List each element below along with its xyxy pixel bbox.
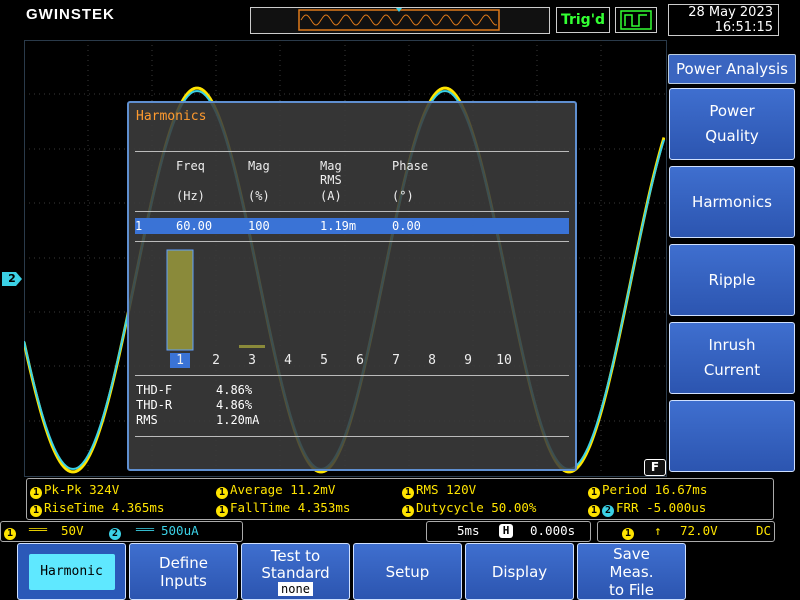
ch1-icon: 1: [216, 487, 228, 499]
harmonic-button[interactable]: Harmonic: [17, 543, 126, 600]
row-freq: 60.00: [176, 219, 213, 233]
col-mag-unit: (%): [248, 189, 270, 203]
col-magrms-unit: (A): [320, 189, 342, 203]
date-text: 28 May 2023: [688, 5, 773, 20]
horizontal-position-icon: H: [499, 524, 513, 538]
horizontal-position: 0.000s: [530, 523, 576, 538]
waveform-overview: [250, 7, 550, 34]
thd-r-label: THD-R: [136, 398, 173, 412]
harmonic-bar-chart: [166, 249, 265, 351]
rms-value: 1.20mA: [216, 413, 260, 427]
harmonic-order-5[interactable]: 5: [314, 353, 334, 368]
trigger-settings-status[interactable]: 1 ↑ 72.0V DC: [597, 521, 775, 542]
measurement-bar: 1 Pk-Pk 324V 1 Average 11.2mV 1 RMS 120V 1P…: [26, 478, 774, 520]
measurement-falltime[interactable]: 1 FallTime 4.353ms: [216, 500, 350, 517]
measurement-dutycycle[interactable]: 1 Dutycycle 50.00%: [402, 500, 536, 517]
ch2-icon: 2: [109, 528, 121, 540]
ch1-icon: 1: [402, 487, 414, 499]
ch1-scale: 50V: [61, 523, 84, 538]
harmonic-bar-1: [166, 249, 194, 351]
col-phase-unit: (°): [392, 189, 414, 203]
col-freq-header: Freq: [176, 159, 205, 173]
measurement-period[interactable]: 1 Period 16.67ms: [588, 482, 707, 499]
horizontal-status[interactable]: 5ms H 0.000s: [426, 521, 591, 542]
harmonic-order-3[interactable]: 3: [242, 353, 262, 368]
divider: [135, 241, 569, 242]
inrush-current-button[interactable]: Inrush Current: [669, 322, 795, 394]
measurement-rms[interactable]: 1 RMS 120V: [402, 482, 476, 499]
thd-r-value: 4.86%: [216, 398, 253, 412]
filter-badge: F: [644, 459, 666, 476]
harmonics-title: Harmonics: [136, 109, 207, 124]
thd-f-label: THD-F: [136, 383, 173, 397]
display-button[interactable]: Display: [465, 543, 574, 600]
divider: [135, 151, 569, 152]
ch1-icon: 1: [4, 528, 16, 540]
ch1-dc-coupling-icon: ═══: [29, 525, 48, 536]
divider: [135, 436, 569, 437]
empty-side-button[interactable]: [669, 400, 795, 472]
menu-title: Power Analysis: [668, 54, 796, 84]
ch2-dc-coupling-icon: ═══: [136, 525, 155, 536]
trigger-status: Trig'd: [556, 7, 610, 33]
measurement-pkpk[interactable]: 1 Pk-Pk 324V: [30, 482, 119, 499]
harmonic-order-2[interactable]: 2: [206, 353, 226, 368]
ch2-scale: 500uA: [161, 523, 199, 538]
ch1-icon: 1: [402, 505, 414, 517]
test-to-standard-label: Test to Standard: [261, 546, 330, 582]
row-index: 1: [135, 219, 143, 233]
ch2-ground-marker[interactable]: 2: [2, 272, 22, 286]
row-mag: 100: [248, 219, 270, 233]
test-standard-value: none: [278, 581, 313, 596]
ch2-icon: 2: [602, 505, 614, 517]
acquire-icon[interactable]: [615, 7, 657, 33]
ch1-icon: 1: [588, 505, 600, 517]
setup-button[interactable]: Setup: [353, 543, 462, 600]
time-text: 16:51:15: [714, 20, 773, 35]
save-meas-button[interactable]: Save Meas. to File: [577, 543, 686, 600]
trigger-coupling: DC: [756, 523, 772, 538]
row-magrms: 1.19m: [320, 219, 357, 233]
define-inputs-button[interactable]: Define Inputs: [129, 543, 238, 600]
divider: [135, 211, 569, 212]
rms-label: RMS: [136, 413, 158, 427]
row-phase: 0.00: [392, 219, 421, 233]
harmonic-order-8[interactable]: 8: [422, 353, 442, 368]
timebase: 5ms: [457, 523, 480, 538]
harmonics-panel: Harmonics Freq Mag Mag RMS Phase (Hz) (%…: [127, 101, 577, 471]
thd-f-value: 4.86%: [216, 383, 253, 397]
harmonic-order-7[interactable]: 7: [386, 353, 406, 368]
date-time: 28 May 2023 16:51:15: [668, 4, 779, 36]
ch1-icon: 1: [30, 505, 42, 517]
overview-waveform: [298, 8, 500, 31]
harmonic-bar-3: [239, 345, 265, 348]
harmonic-row-selected[interactable]: 1 60.00 100 1.19m 0.00: [135, 218, 569, 234]
power-quality-button[interactable]: Power Quality: [669, 88, 795, 160]
ripple-button[interactable]: Ripple: [669, 244, 795, 316]
col-mag-header: Mag: [248, 159, 270, 173]
divider: [135, 375, 569, 376]
col-phase-header: Phase: [392, 159, 429, 173]
channel-status[interactable]: 1 ═══ 50V 2 ═══ 500uA: [0, 521, 243, 542]
brand-logo: GWINSTEK: [26, 6, 115, 23]
measurement-average[interactable]: 1 Average 11.2mV: [216, 482, 335, 499]
harmonic-order-10[interactable]: 10: [494, 353, 514, 368]
measurement-risetime[interactable]: 1 RiseTime 4.365ms: [30, 500, 164, 517]
ch1-icon: 1: [216, 505, 228, 517]
col-freq-unit: (Hz): [176, 189, 205, 203]
measurement-frr[interactable]: 1 2 FRR -5.000us: [588, 500, 706, 517]
col-magrms-header: Mag RMS: [320, 159, 342, 187]
harmonic-order-9[interactable]: 9: [458, 353, 478, 368]
harmonics-button[interactable]: Harmonics: [669, 166, 795, 238]
harmonic-order-6[interactable]: 6: [350, 353, 370, 368]
test-to-standard-button[interactable]: Test to Standard none: [241, 543, 350, 600]
ch1-icon: 1: [30, 487, 42, 499]
trigger-level: 72.0V: [680, 523, 718, 538]
harmonic-order-4[interactable]: 4: [278, 353, 298, 368]
trigger-source-icon: 1: [622, 528, 634, 540]
ch1-icon: 1: [588, 487, 600, 499]
harmonic-order-1[interactable]: 1: [170, 353, 190, 368]
harmonic-button-label: Harmonic: [28, 553, 115, 590]
rising-edge-icon: ↑: [654, 523, 662, 538]
